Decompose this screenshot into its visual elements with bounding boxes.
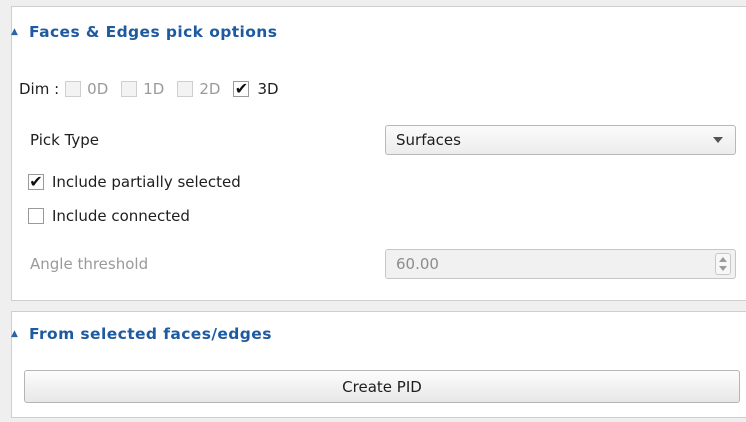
- include-connected-checkbox[interactable]: [28, 208, 44, 224]
- create-pid-button[interactable]: Create PID: [24, 370, 740, 403]
- dim-1d-checkbox[interactable]: [121, 81, 138, 97]
- angle-threshold-spinbox[interactable]: 60.00: [385, 249, 736, 279]
- dim-0d-label: 0D: [87, 80, 109, 98]
- pick-options-title: Faces & Edges pick options: [29, 23, 278, 41]
- spin-buttons[interactable]: [715, 253, 731, 275]
- pick-options-header[interactable]: ▲ Faces & Edges pick options: [11, 20, 277, 44]
- from-selected-header[interactable]: ▲ From selected faces/edges: [11, 322, 272, 346]
- chevron-up-icon: ▲: [11, 27, 19, 37]
- include-partially-selected-label: Include partially selected: [52, 173, 241, 191]
- dim-1d-label: 1D: [143, 80, 165, 98]
- chevron-up-icon: ▲: [11, 329, 19, 339]
- dim-2d-checkbox[interactable]: [177, 81, 194, 97]
- pick-type-select[interactable]: Surfaces: [385, 125, 736, 155]
- angle-threshold-value: 60.00: [396, 255, 439, 273]
- spin-down-icon: [719, 266, 727, 271]
- pick-type-value: Surfaces: [396, 131, 461, 149]
- dim-3d-label: 3D: [257, 80, 279, 98]
- dim-2d-label: 2D: [199, 80, 221, 98]
- include-connected-option[interactable]: Include connected: [28, 207, 190, 225]
- dim-0d-checkbox[interactable]: [65, 81, 82, 97]
- angle-threshold-label: Angle threshold: [30, 255, 149, 273]
- chevron-down-icon: [713, 137, 723, 143]
- from-selected-title: From selected faces/edges: [29, 325, 272, 343]
- spin-up-icon: [719, 257, 727, 262]
- dim-3d-checkbox[interactable]: ✔: [233, 81, 250, 97]
- pick-type-label: Pick Type: [30, 131, 100, 149]
- include-partially-selected-checkbox[interactable]: ✔: [28, 174, 44, 190]
- include-partially-selected-option[interactable]: ✔ Include partially selected: [28, 173, 241, 191]
- dim-label: Dim :: [19, 80, 60, 98]
- dim-row: Dim : 0D 1D 2D ✔ 3D: [19, 77, 292, 101]
- include-connected-label: Include connected: [52, 207, 190, 225]
